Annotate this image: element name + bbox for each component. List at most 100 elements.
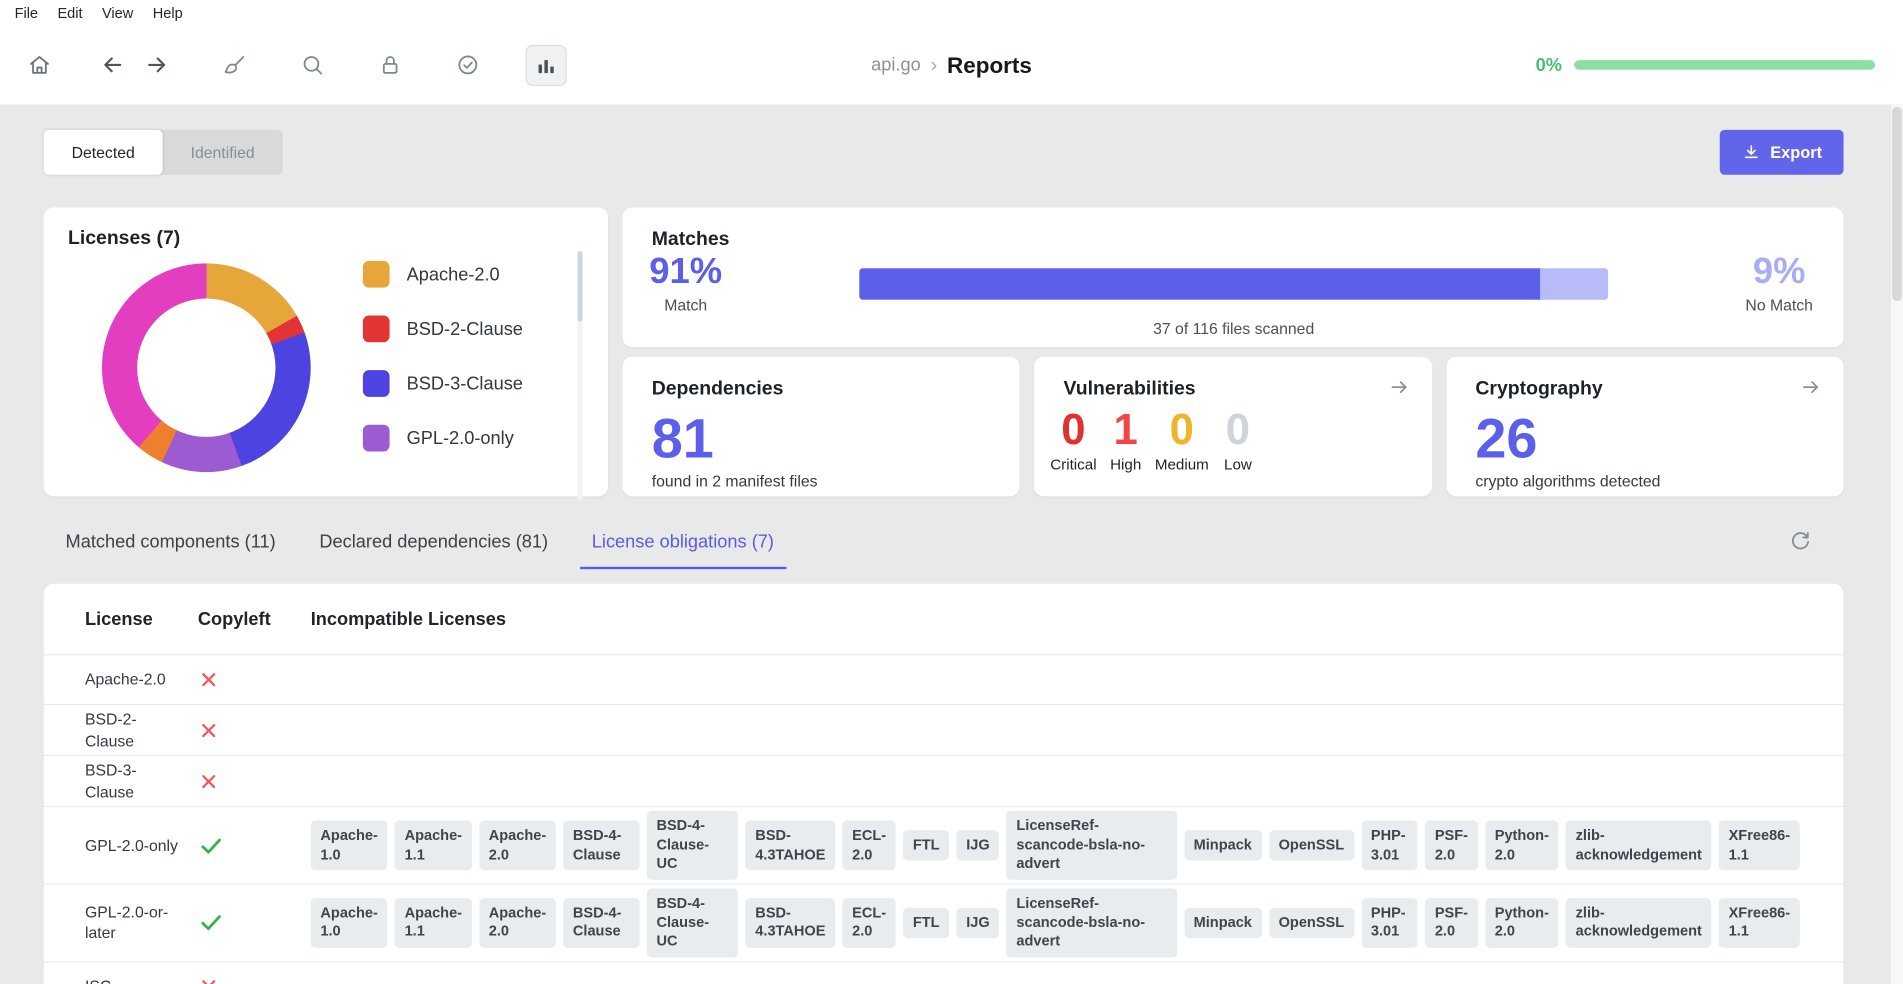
download-icon <box>1741 143 1760 162</box>
refresh-icon[interactable] <box>1789 530 1812 569</box>
license-chip: BSD-4-Clause-UC <box>646 888 739 958</box>
license-chip: OpenSSL <box>1268 907 1354 939</box>
app-window: File Edit View Help api.go › Reports 0% … <box>0 0 1903 984</box>
no-match-label: No Match <box>1745 295 1813 314</box>
col-header-copyleft: Copyleft <box>197 608 271 630</box>
matches-card: Matches 91% Match 37 of 116 files scanne… <box>622 207 1844 348</box>
detected-tab[interactable]: Detected <box>43 129 163 175</box>
license-chip: Apache-2.0 <box>479 820 556 871</box>
license-chip: Apache-1.0 <box>310 820 388 871</box>
menu-file[interactable]: File <box>5 2 48 24</box>
license-chip: XFree86-1.1 <box>1718 820 1800 871</box>
match-progress-bar <box>859 268 1609 300</box>
license-chip: zlib-acknowledgement <box>1565 820 1712 871</box>
licenses-title: Licenses (7) <box>67 228 181 249</box>
export-label: Export <box>1770 143 1823 162</box>
license-name: Apache-2.0 <box>84 670 166 689</box>
license-chip: Python-2.0 <box>1485 897 1559 948</box>
legend-scrollbar-thumb[interactable] <box>577 251 583 322</box>
table-row: ISC <box>43 960 1844 984</box>
license-chip: Apache-1.1 <box>394 820 472 871</box>
breadcrumb: api.go › Reports <box>871 52 1032 79</box>
dependencies-card: Dependencies 81 found in 2 manifest file… <box>622 356 1020 497</box>
license-chip: IJG <box>956 829 1000 861</box>
license-chip: ECL-2.0 <box>842 897 896 948</box>
export-button[interactable]: Export <box>1719 129 1844 175</box>
legend-item-bsd-3-clause: BSD-3-Clause <box>362 370 523 397</box>
legend-label: GPL-2.0-only <box>406 427 514 449</box>
col-header-incompatible: Incompatible Licenses <box>310 608 506 630</box>
scan-progress-bar <box>1574 60 1876 70</box>
license-chip: XFree86-1.1 <box>1718 897 1800 948</box>
brush-icon[interactable] <box>220 50 249 79</box>
copyleft-cross-icon <box>198 770 311 792</box>
vuln-label: High <box>1110 455 1142 473</box>
back-icon[interactable] <box>97 50 126 79</box>
legend-item-bsd-2-clause: BSD-2-Clause <box>362 315 523 343</box>
identified-tab[interactable]: Identified <box>163 130 283 175</box>
match-progress-fill <box>859 268 1541 300</box>
no-match-percent: 9% <box>1752 251 1806 292</box>
legend-scrollbar[interactable] <box>577 251 583 501</box>
license-chip: Python-2.0 <box>1485 820 1559 871</box>
copyleft-cross-icon <box>198 669 311 691</box>
copyleft-check-icon <box>198 832 311 859</box>
license-chip: ECL-2.0 <box>842 820 896 871</box>
matches-title: Matches <box>651 229 730 251</box>
scan-progress-label: 0% <box>1535 54 1562 76</box>
license-name: BSD-3-Clause <box>84 761 137 801</box>
match-label: Match <box>664 295 708 314</box>
menu-edit[interactable]: Edit <box>48 2 93 24</box>
incompatible-licenses-cell: Apache-1.0 Apache-1.1 Apache-2.0 BSD-4-Clau… <box>310 888 1800 958</box>
legend-label: Apache-2.0 <box>406 263 500 285</box>
lock-icon[interactable] <box>375 50 404 79</box>
tab-matched-components-11[interactable]: Matched components (11) <box>53 521 287 570</box>
arrow-right-icon[interactable] <box>1800 376 1822 404</box>
content-area: Detected Identified Export Licenses (7) … <box>0 104 1903 984</box>
arrow-right-icon[interactable] <box>1388 376 1410 404</box>
legend-label: BSD-2-Clause <box>406 318 523 340</box>
license-chip: Minpack <box>1183 907 1262 939</box>
page-title: Reports <box>947 51 1032 78</box>
license-chip: IJG <box>956 907 1000 939</box>
vulnerabilities-card: Vulnerabilities 0 Critical 1 High 0 Medium 0 Lo… <box>1034 356 1432 497</box>
table-row: BSD-3-Clause <box>43 755 1844 806</box>
cryptography-subtitle: crypto algorithms detected <box>1475 472 1661 491</box>
license-chip: FTL <box>903 829 950 861</box>
menu-view[interactable]: View <box>92 2 143 24</box>
reports-chart-icon[interactable] <box>525 44 567 86</box>
cryptography-card: Cryptography 26 crypto algorithms detect… <box>1446 356 1844 497</box>
license-chip: BSD-4-Clause <box>563 897 640 948</box>
vuln-label: Low <box>1224 455 1252 473</box>
licenses-donut-chart[interactable] <box>101 263 311 473</box>
forward-icon[interactable] <box>142 50 171 79</box>
vuln-count: 0 <box>1061 404 1086 454</box>
legend-swatch <box>362 315 390 343</box>
search-icon[interactable] <box>297 50 326 79</box>
table-row: GPL-2.0-or-later Apache-1.0 Apache-1.1 Apac… <box>43 883 1844 960</box>
license-chip: LicenseRef-scancode-bsla-no-advert <box>1006 810 1177 880</box>
dependencies-title: Dependencies <box>651 378 784 400</box>
license-chip: PSF-2.0 <box>1425 897 1478 948</box>
vuln-label: Critical <box>1050 455 1097 473</box>
cryptography-count: 26 <box>1475 406 1538 470</box>
window-scrollbar-thumb[interactable] <box>1892 106 1902 301</box>
breadcrumb-parent[interactable]: api.go <box>871 55 921 76</box>
home-icon[interactable] <box>24 50 53 79</box>
license-chip: Apache-1.1 <box>394 897 472 948</box>
window-scrollbar[interactable] <box>1890 104 1903 984</box>
vuln-stat-critical: 0 Critical <box>1050 404 1097 473</box>
menu-help[interactable]: Help <box>143 2 192 24</box>
dependencies-count: 81 <box>651 406 714 470</box>
tab-license-obligations-7[interactable]: License obligations (7) <box>579 521 787 570</box>
menubar: File Edit View Help <box>0 0 1903 26</box>
topbar-row: Detected Identified Export <box>43 129 1844 175</box>
summary-cards: Licenses (7) Apache-2.0 BSD-2-Clause BSD-3… <box>43 207 1844 501</box>
legend-swatch <box>362 424 390 452</box>
tab-declared-dependencies-81[interactable]: Declared dependencies (81) <box>307 521 560 570</box>
vuln-stat-medium: 0 Medium <box>1155 407 1209 473</box>
table-row: GPL-2.0-only Apache-1.0 Apache-1.1 Apache-2… <box>43 806 1844 883</box>
license-chip: LicenseRef-scancode-bsla-no-advert <box>1006 888 1177 958</box>
check-circle-icon[interactable] <box>453 50 482 79</box>
obligations-table: License Copyleft Incompatible Licenses A… <box>43 583 1844 984</box>
